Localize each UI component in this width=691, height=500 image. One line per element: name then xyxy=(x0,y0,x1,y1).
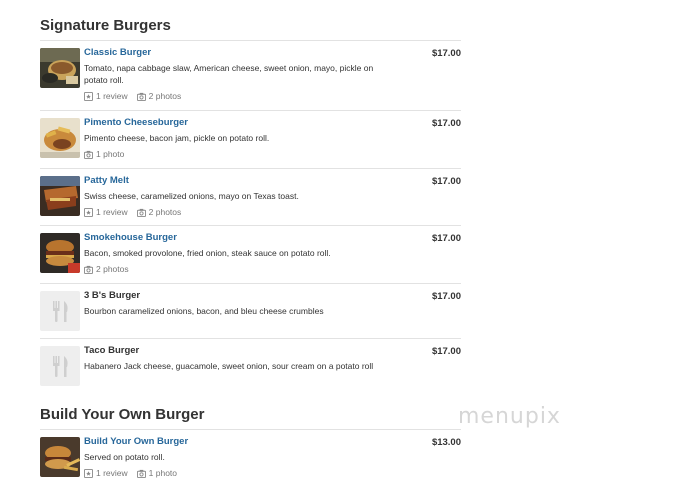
menu-item-name[interactable]: Pimento Cheeseburger xyxy=(84,116,384,129)
menu-item-meta: 1 review 2 photos xyxy=(84,206,384,218)
menu-item-meta: 1 photo xyxy=(84,148,384,160)
section-title-build-your-own: Build Your Own Burger xyxy=(40,406,205,423)
menu-item-name: Taco Burger xyxy=(84,345,140,356)
menu-item-price: $17.00 xyxy=(431,346,461,357)
menu-item-build-your-own-burger: Build Your Own Burger Served on potato r… xyxy=(40,429,461,489)
menu-item-description: Tomato, napa cabbage slaw, American chee… xyxy=(84,63,374,85)
menu-item-name[interactable]: Smokehouse Burger xyxy=(84,231,384,244)
menu-item-meta: 1 review 1 photo xyxy=(84,467,384,479)
menupix-watermark: menupix xyxy=(458,404,561,429)
menu-item-name[interactable]: Classic Burger xyxy=(84,46,384,59)
photos-link[interactable]: 1 photo xyxy=(84,149,124,159)
menu-item-description: Swiss cheese, caramelized onions, mayo o… xyxy=(84,191,299,201)
photos-link[interactable]: 2 photos xyxy=(136,91,181,101)
menu-item-price: $17.00 xyxy=(431,118,461,129)
camera-icon xyxy=(84,265,93,274)
menu-item-price: $17.00 xyxy=(431,233,461,244)
menu-item-name: 3 B's Burger xyxy=(84,290,141,301)
menu-item-description: Bourbon caramelized onions, bacon, and b… xyxy=(84,306,324,316)
reviews-link[interactable]: 1 review xyxy=(84,468,128,478)
menu-item-description: Served on potato roll. xyxy=(84,452,165,462)
menu-page: Signature Burgers Classic Burger Tomato,… xyxy=(0,0,691,500)
patty-melt-photo[interactable] xyxy=(40,176,80,216)
classic-burger-photo[interactable] xyxy=(40,48,80,88)
menu-item-price: $17.00 xyxy=(431,291,461,302)
camera-icon xyxy=(136,92,146,101)
photos-link[interactable]: 1 photo xyxy=(136,468,177,478)
photo-placeholder xyxy=(40,346,80,386)
menu-item-3bs-burger: 3 B's Burger Bourbon caramelized onions,… xyxy=(40,283,461,338)
section-title-signature-burgers: Signature Burgers xyxy=(40,17,171,34)
photo-placeholder xyxy=(40,291,80,331)
menu-item-name[interactable]: Build Your Own Burger xyxy=(84,435,384,448)
menu-item-price: $13.00 xyxy=(431,437,461,448)
menu-item-description: Habanero Jack cheese, guacamole, sweet o… xyxy=(84,361,374,371)
menu-item-meta: 1 review 2 photos xyxy=(84,90,384,102)
menu-item-smokehouse-burger: Smokehouse Burger Bacon, smoked provolon… xyxy=(40,225,461,283)
photos-link[interactable]: 2 photos xyxy=(136,207,181,217)
photos-link[interactable]: 2 photos xyxy=(84,264,129,274)
smokehouse-burger-photo[interactable] xyxy=(40,233,80,273)
menu-item-description: Bacon, smoked provolone, fried onion, st… xyxy=(84,248,331,258)
review-icon xyxy=(84,91,93,101)
build-your-own-burger-photo[interactable] xyxy=(40,437,80,477)
menu-item-pimento-cheeseburger: Pimento Cheeseburger Pimento cheese, bac… xyxy=(40,110,461,168)
camera-icon xyxy=(136,469,146,478)
pimento-cheeseburger-photo[interactable] xyxy=(40,118,80,158)
reviews-link[interactable]: 1 review xyxy=(84,91,128,101)
menu-item-price: $17.00 xyxy=(431,176,461,187)
menu-item-price: $17.00 xyxy=(431,48,461,59)
review-icon xyxy=(84,207,93,217)
menu-item-meta: 2 photos xyxy=(84,263,384,275)
camera-icon xyxy=(84,150,93,159)
review-icon xyxy=(84,468,93,478)
menu-item-description: Pimento cheese, bacon jam, pickle on pot… xyxy=(84,133,270,143)
camera-icon xyxy=(136,208,146,217)
menu-item-taco-burger: Taco Burger Habanero Jack cheese, guacam… xyxy=(40,338,461,393)
menu-item-name[interactable]: Patty Melt xyxy=(84,174,384,187)
reviews-link[interactable]: 1 review xyxy=(84,207,128,217)
menu-item-patty-melt: Patty Melt Swiss cheese, caramelized oni… xyxy=(40,168,461,225)
menu-item-classic-burger: Classic Burger Tomato, napa cabbage slaw… xyxy=(40,40,461,110)
